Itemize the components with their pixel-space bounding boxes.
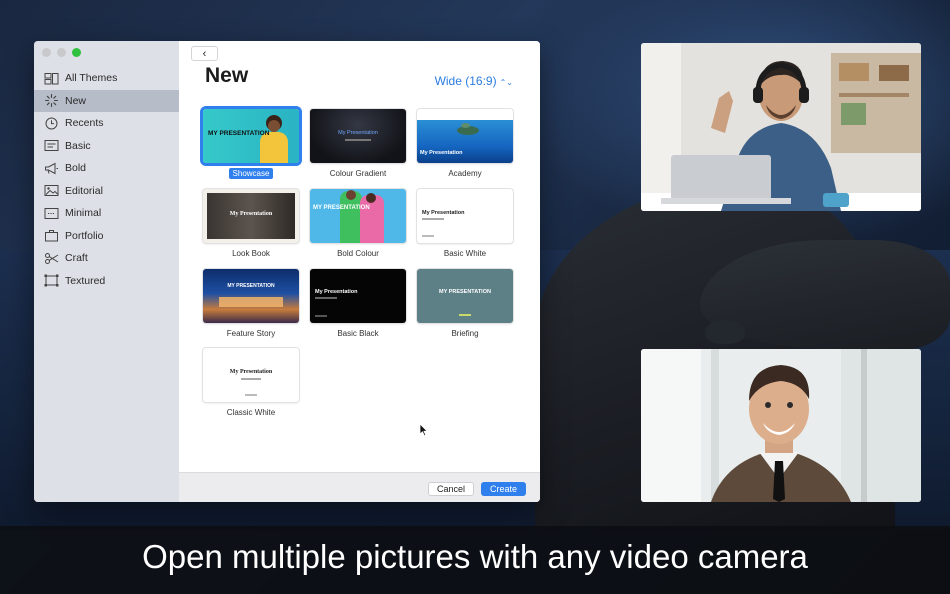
- mouse-pointer-icon: [419, 423, 429, 437]
- sidebar-item-label: Craft: [65, 252, 88, 265]
- sidebar-item-label: Minimal: [65, 207, 102, 220]
- minimize-button[interactable]: [57, 48, 66, 57]
- sidebar-item-editorial[interactable]: Editorial: [34, 180, 179, 203]
- sidebar-item-label: Portfolio: [65, 229, 104, 242]
- chevron-left-icon: ‹: [202, 47, 207, 60]
- theme-thumbnail: MY PRESENTATION: [203, 269, 299, 323]
- window-controls: [42, 48, 81, 57]
- theme-tile-showcase[interactable]: MY PRESENTATION Showcase: [203, 109, 299, 181]
- video-feed-2: [641, 349, 921, 502]
- sparkle-icon: [44, 94, 59, 108]
- theme-category-list: All Themes New Recents Basic Bold Editor…: [34, 67, 179, 292]
- sidebar-item-new[interactable]: New: [34, 89, 179, 112]
- page-title: New: [205, 64, 249, 87]
- basic-slide-icon: [44, 139, 59, 152]
- sidebar-item-label: Bold: [65, 162, 87, 175]
- theme-thumbnail: My Presentation: [203, 348, 299, 402]
- theme-thumbnail: My Presentation: [203, 189, 299, 243]
- briefcase-icon: [44, 229, 59, 242]
- aspect-ratio-select[interactable]: Wide (16:9) ⌃⌄: [435, 74, 513, 88]
- theme-gallery: ‹ New Wide (16:9) ⌃⌄ MY PRESENTATION Show…: [179, 41, 540, 502]
- theme-chooser-window: All Themes New Recents Basic Bold Editor…: [34, 41, 540, 502]
- theme-tile-basic-black[interactable]: My Presentation Basic Black: [310, 269, 406, 341]
- promo-caption: Open multiple pictures with any video ca…: [142, 538, 808, 575]
- theme-tile-colour-gradient[interactable]: My Presentation Colour Gradient: [310, 109, 406, 181]
- megaphone-icon: [44, 162, 59, 175]
- all-themes-icon: [44, 72, 59, 85]
- cancel-button[interactable]: Cancel: [428, 482, 474, 496]
- minimal-icon: [44, 207, 59, 220]
- video-feed-1-image: [641, 43, 921, 211]
- sidebar-item-craft[interactable]: Craft: [34, 247, 179, 270]
- sidebar-item-recents[interactable]: Recents: [34, 112, 179, 135]
- sidebar-item-label: Editorial: [65, 184, 103, 197]
- aspect-ratio-value: Wide (16:9): [434, 74, 497, 88]
- up-down-chevron-icon: ⌃⌄: [499, 78, 513, 87]
- image-icon: [44, 184, 59, 197]
- back-button[interactable]: ‹: [191, 46, 218, 61]
- clock-icon: [44, 117, 59, 130]
- theme-thumbnail: MY PRESENTATION: [417, 269, 513, 323]
- dialog-footer: Cancel Create: [179, 472, 540, 502]
- theme-tile-classic-white[interactable]: My Presentation Classic White: [203, 348, 299, 420]
- sidebar-item-all-themes[interactable]: All Themes: [34, 67, 179, 90]
- theme-thumbnail: MY PRESENTATION: [203, 109, 299, 163]
- theme-tile-look-book[interactable]: My Presentation Look Book: [203, 189, 299, 261]
- textured-icon: [44, 274, 59, 287]
- sidebar-item-portfolio[interactable]: Portfolio: [34, 225, 179, 248]
- sidebar-item-bold[interactable]: Bold: [34, 157, 179, 180]
- theme-tile-basic-white[interactable]: My Presentation Basic White: [417, 189, 513, 261]
- video-feed-2-image: [641, 349, 921, 502]
- video-feed-1: [641, 43, 921, 211]
- sidebar: All Themes New Recents Basic Bold Editor…: [34, 41, 179, 502]
- theme-tile-bold-colour[interactable]: MY PRESENTATION Bold Colour: [310, 189, 406, 261]
- sidebar-item-textured[interactable]: Textured: [34, 270, 179, 293]
- sidebar-item-label: Recents: [65, 117, 104, 130]
- sidebar-item-label: Basic: [65, 139, 91, 152]
- scissors-icon: [44, 252, 59, 265]
- theme-thumbnail: My Presentation: [417, 109, 513, 163]
- theme-thumbnail: MY PRESENTATION: [310, 189, 406, 243]
- sidebar-item-label: New: [65, 94, 87, 107]
- close-button[interactable]: [42, 48, 51, 57]
- sidebar-item-basic[interactable]: Basic: [34, 135, 179, 158]
- sidebar-item-label: All Themes: [65, 72, 118, 85]
- theme-thumbnail: My Presentation: [310, 269, 406, 323]
- theme-tile-briefing[interactable]: MY PRESENTATION Briefing: [417, 269, 513, 341]
- theme-tile-feature-story[interactable]: MY PRESENTATION Feature Story: [203, 269, 299, 341]
- sidebar-item-minimal[interactable]: Minimal: [34, 202, 179, 225]
- theme-thumbnail: My Presentation: [417, 189, 513, 243]
- theme-tile-academy[interactable]: My Presentation Academy: [417, 109, 513, 181]
- zoom-button[interactable]: [72, 48, 81, 57]
- theme-thumbnail: My Presentation: [310, 109, 406, 163]
- sidebar-item-label: Textured: [65, 274, 106, 287]
- create-button[interactable]: Create: [481, 482, 526, 496]
